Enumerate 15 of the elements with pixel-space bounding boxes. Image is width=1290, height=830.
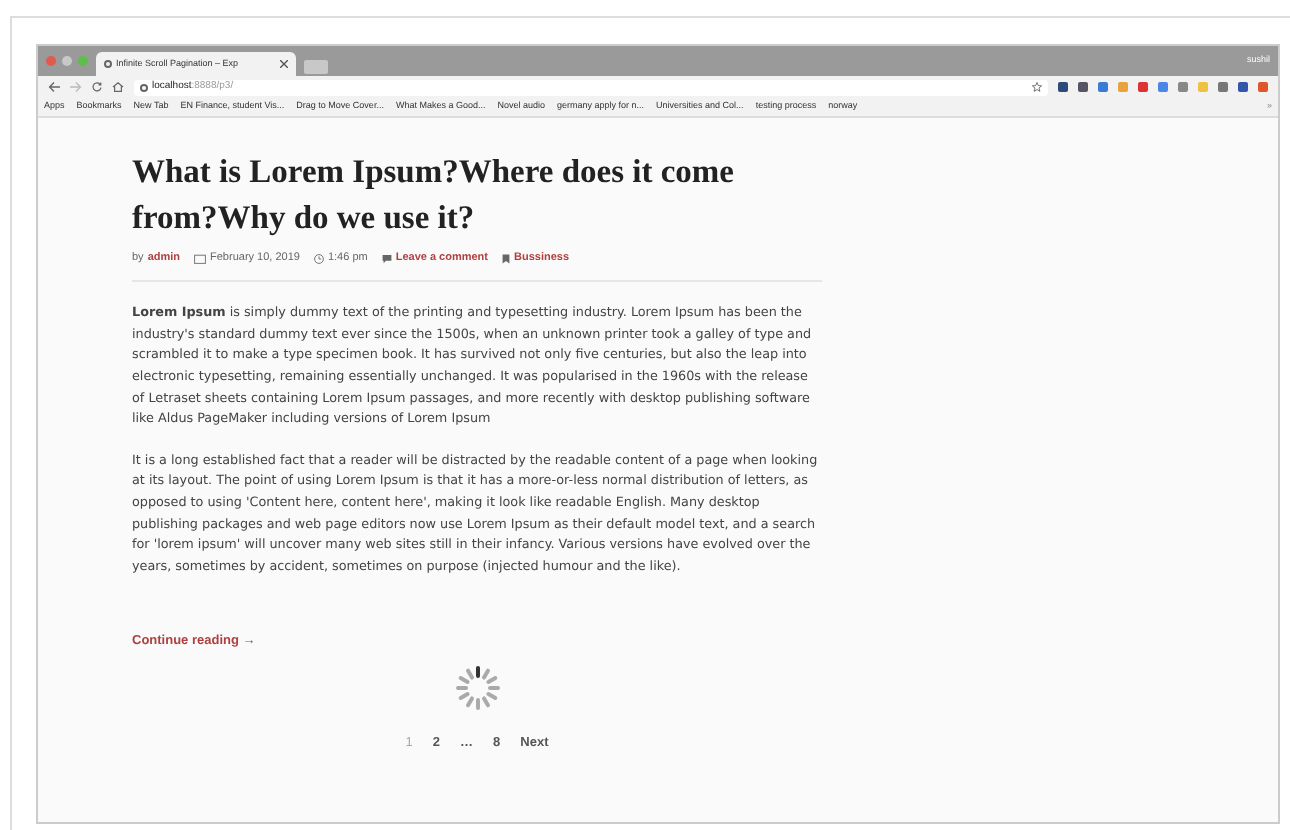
close-icon[interactable] — [280, 60, 288, 68]
calendar-icon — [194, 253, 207, 264]
clock-icon — [313, 253, 324, 264]
reload-icon[interactable] — [92, 82, 102, 92]
post-title: What is Lorem Ipsum?Where does it come from?Why do we use it? — [132, 150, 736, 240]
close-window-icon[interactable] — [46, 56, 56, 66]
tab-favicon-icon — [104, 60, 112, 68]
back-icon[interactable] — [48, 82, 60, 92]
star-icon[interactable] — [1032, 82, 1042, 92]
home-icon[interactable] — [112, 82, 124, 92]
bookmark-icon — [502, 253, 511, 264]
minimize-window-icon[interactable] — [62, 56, 72, 66]
loading-spinner-icon — [453, 664, 501, 713]
comment-icon — [381, 253, 392, 264]
forward-icon[interactable] — [70, 82, 82, 92]
